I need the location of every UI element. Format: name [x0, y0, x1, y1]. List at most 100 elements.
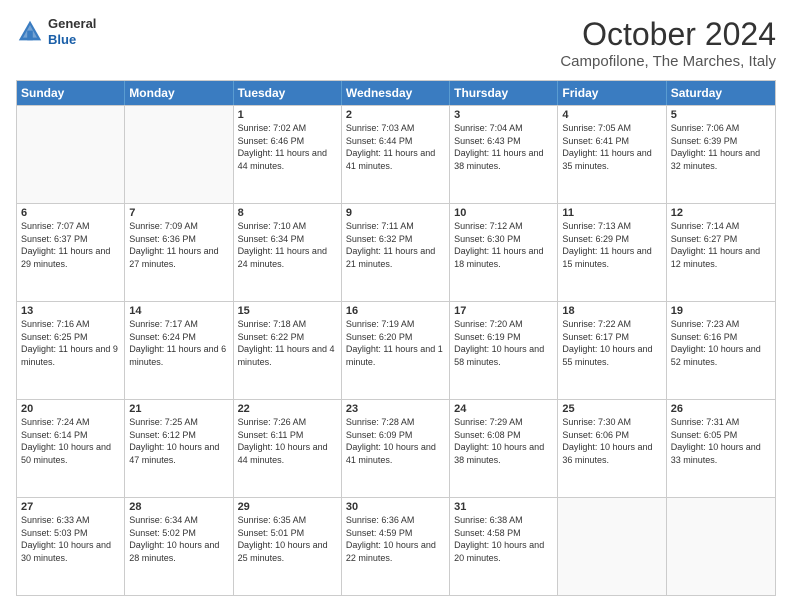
calendar-week-4: 20Sunrise: 7:24 AM Sunset: 6:14 PM Dayli…	[17, 399, 775, 497]
day-detail: Sunrise: 7:30 AM Sunset: 6:06 PM Dayligh…	[562, 416, 661, 466]
weekday-header-tuesday: Tuesday	[234, 81, 342, 105]
day-cell-24: 24Sunrise: 7:29 AM Sunset: 6:08 PM Dayli…	[450, 400, 558, 497]
day-detail: Sunrise: 7:14 AM Sunset: 6:27 PM Dayligh…	[671, 220, 771, 270]
day-detail: Sunrise: 7:22 AM Sunset: 6:17 PM Dayligh…	[562, 318, 661, 368]
day-number: 12	[671, 207, 771, 219]
day-detail: Sunrise: 7:05 AM Sunset: 6:41 PM Dayligh…	[562, 122, 661, 172]
day-cell-5: 5Sunrise: 7:06 AM Sunset: 6:39 PM Daylig…	[667, 106, 775, 203]
day-cell-15: 15Sunrise: 7:18 AM Sunset: 6:22 PM Dayli…	[234, 302, 342, 399]
day-detail: Sunrise: 6:36 AM Sunset: 4:59 PM Dayligh…	[346, 514, 445, 564]
day-cell-21: 21Sunrise: 7:25 AM Sunset: 6:12 PM Dayli…	[125, 400, 233, 497]
day-cell-9: 9Sunrise: 7:11 AM Sunset: 6:32 PM Daylig…	[342, 204, 450, 301]
day-number: 25	[562, 403, 661, 415]
day-number: 3	[454, 109, 553, 121]
calendar-week-3: 13Sunrise: 7:16 AM Sunset: 6:25 PM Dayli…	[17, 301, 775, 399]
day-cell-26: 26Sunrise: 7:31 AM Sunset: 6:05 PM Dayli…	[667, 400, 775, 497]
day-cell-31: 31Sunrise: 6:38 AM Sunset: 4:58 PM Dayli…	[450, 498, 558, 595]
day-number: 10	[454, 207, 553, 219]
location: Campofilone, The Marches, Italy	[560, 53, 776, 70]
day-number: 2	[346, 109, 445, 121]
day-number: 31	[454, 501, 553, 513]
day-cell-8: 8Sunrise: 7:10 AM Sunset: 6:34 PM Daylig…	[234, 204, 342, 301]
month-title: October 2024	[560, 16, 776, 53]
day-cell-18: 18Sunrise: 7:22 AM Sunset: 6:17 PM Dayli…	[558, 302, 666, 399]
day-detail: Sunrise: 7:28 AM Sunset: 6:09 PM Dayligh…	[346, 416, 445, 466]
page-header: General Blue October 2024 Campofilone, T…	[16, 16, 776, 70]
day-detail: Sunrise: 7:29 AM Sunset: 6:08 PM Dayligh…	[454, 416, 553, 466]
day-detail: Sunrise: 7:04 AM Sunset: 6:43 PM Dayligh…	[454, 122, 553, 172]
day-number: 21	[129, 403, 228, 415]
day-number: 5	[671, 109, 771, 121]
day-number: 13	[21, 305, 120, 317]
day-cell-6: 6Sunrise: 7:07 AM Sunset: 6:37 PM Daylig…	[17, 204, 125, 301]
calendar-body: 1Sunrise: 7:02 AM Sunset: 6:46 PM Daylig…	[17, 105, 775, 595]
day-number: 30	[346, 501, 445, 513]
empty-cell-0-1	[125, 106, 233, 203]
day-number: 14	[129, 305, 228, 317]
day-number: 16	[346, 305, 445, 317]
day-cell-10: 10Sunrise: 7:12 AM Sunset: 6:30 PM Dayli…	[450, 204, 558, 301]
day-cell-13: 13Sunrise: 7:16 AM Sunset: 6:25 PM Dayli…	[17, 302, 125, 399]
day-number: 28	[129, 501, 228, 513]
day-cell-20: 20Sunrise: 7:24 AM Sunset: 6:14 PM Dayli…	[17, 400, 125, 497]
calendar-week-2: 6Sunrise: 7:07 AM Sunset: 6:37 PM Daylig…	[17, 203, 775, 301]
day-detail: Sunrise: 7:20 AM Sunset: 6:19 PM Dayligh…	[454, 318, 553, 368]
calendar-week-1: 1Sunrise: 7:02 AM Sunset: 6:46 PM Daylig…	[17, 105, 775, 203]
day-detail: Sunrise: 7:12 AM Sunset: 6:30 PM Dayligh…	[454, 220, 553, 270]
day-detail: Sunrise: 7:18 AM Sunset: 6:22 PM Dayligh…	[238, 318, 337, 368]
day-number: 17	[454, 305, 553, 317]
day-detail: Sunrise: 6:38 AM Sunset: 4:58 PM Dayligh…	[454, 514, 553, 564]
logo-blue: Blue	[48, 32, 76, 47]
day-cell-28: 28Sunrise: 6:34 AM Sunset: 5:02 PM Dayli…	[125, 498, 233, 595]
weekday-header-thursday: Thursday	[450, 81, 558, 105]
day-cell-4: 4Sunrise: 7:05 AM Sunset: 6:41 PM Daylig…	[558, 106, 666, 203]
day-detail: Sunrise: 7:26 AM Sunset: 6:11 PM Dayligh…	[238, 416, 337, 466]
logo-general: General	[48, 16, 96, 31]
day-detail: Sunrise: 6:35 AM Sunset: 5:01 PM Dayligh…	[238, 514, 337, 564]
day-cell-22: 22Sunrise: 7:26 AM Sunset: 6:11 PM Dayli…	[234, 400, 342, 497]
day-number: 18	[562, 305, 661, 317]
day-cell-1: 1Sunrise: 7:02 AM Sunset: 6:46 PM Daylig…	[234, 106, 342, 203]
day-cell-7: 7Sunrise: 7:09 AM Sunset: 6:36 PM Daylig…	[125, 204, 233, 301]
day-number: 20	[21, 403, 120, 415]
calendar-week-5: 27Sunrise: 6:33 AM Sunset: 5:03 PM Dayli…	[17, 497, 775, 595]
logo-icon	[16, 18, 44, 46]
day-number: 23	[346, 403, 445, 415]
day-detail: Sunrise: 7:19 AM Sunset: 6:20 PM Dayligh…	[346, 318, 445, 368]
day-detail: Sunrise: 7:11 AM Sunset: 6:32 PM Dayligh…	[346, 220, 445, 270]
day-number: 6	[21, 207, 120, 219]
day-cell-30: 30Sunrise: 6:36 AM Sunset: 4:59 PM Dayli…	[342, 498, 450, 595]
day-detail: Sunrise: 7:07 AM Sunset: 6:37 PM Dayligh…	[21, 220, 120, 270]
day-detail: Sunrise: 7:25 AM Sunset: 6:12 PM Dayligh…	[129, 416, 228, 466]
day-detail: Sunrise: 7:23 AM Sunset: 6:16 PM Dayligh…	[671, 318, 771, 368]
weekday-header-wednesday: Wednesday	[342, 81, 450, 105]
calendar-page: General Blue October 2024 Campofilone, T…	[0, 0, 792, 612]
day-number: 8	[238, 207, 337, 219]
day-detail: Sunrise: 7:16 AM Sunset: 6:25 PM Dayligh…	[21, 318, 120, 368]
day-cell-16: 16Sunrise: 7:19 AM Sunset: 6:20 PM Dayli…	[342, 302, 450, 399]
day-number: 22	[238, 403, 337, 415]
empty-cell-4-5	[558, 498, 666, 595]
day-detail: Sunrise: 7:13 AM Sunset: 6:29 PM Dayligh…	[562, 220, 661, 270]
day-detail: Sunrise: 6:33 AM Sunset: 5:03 PM Dayligh…	[21, 514, 120, 564]
day-cell-17: 17Sunrise: 7:20 AM Sunset: 6:19 PM Dayli…	[450, 302, 558, 399]
day-cell-19: 19Sunrise: 7:23 AM Sunset: 6:16 PM Dayli…	[667, 302, 775, 399]
day-detail: Sunrise: 7:02 AM Sunset: 6:46 PM Dayligh…	[238, 122, 337, 172]
day-detail: Sunrise: 7:06 AM Sunset: 6:39 PM Dayligh…	[671, 122, 771, 172]
weekday-header-monday: Monday	[125, 81, 233, 105]
day-cell-3: 3Sunrise: 7:04 AM Sunset: 6:43 PM Daylig…	[450, 106, 558, 203]
logo: General Blue	[16, 16, 96, 47]
day-cell-25: 25Sunrise: 7:30 AM Sunset: 6:06 PM Dayli…	[558, 400, 666, 497]
day-cell-14: 14Sunrise: 7:17 AM Sunset: 6:24 PM Dayli…	[125, 302, 233, 399]
day-number: 9	[346, 207, 445, 219]
title-section: October 2024 Campofilone, The Marches, I…	[560, 16, 776, 70]
day-number: 4	[562, 109, 661, 121]
day-number: 26	[671, 403, 771, 415]
logo-text: General Blue	[48, 16, 96, 47]
day-cell-23: 23Sunrise: 7:28 AM Sunset: 6:09 PM Dayli…	[342, 400, 450, 497]
day-detail: Sunrise: 7:24 AM Sunset: 6:14 PM Dayligh…	[21, 416, 120, 466]
day-cell-27: 27Sunrise: 6:33 AM Sunset: 5:03 PM Dayli…	[17, 498, 125, 595]
day-detail: Sunrise: 7:09 AM Sunset: 6:36 PM Dayligh…	[129, 220, 228, 270]
weekday-header-sunday: Sunday	[17, 81, 125, 105]
day-detail: Sunrise: 7:31 AM Sunset: 6:05 PM Dayligh…	[671, 416, 771, 466]
